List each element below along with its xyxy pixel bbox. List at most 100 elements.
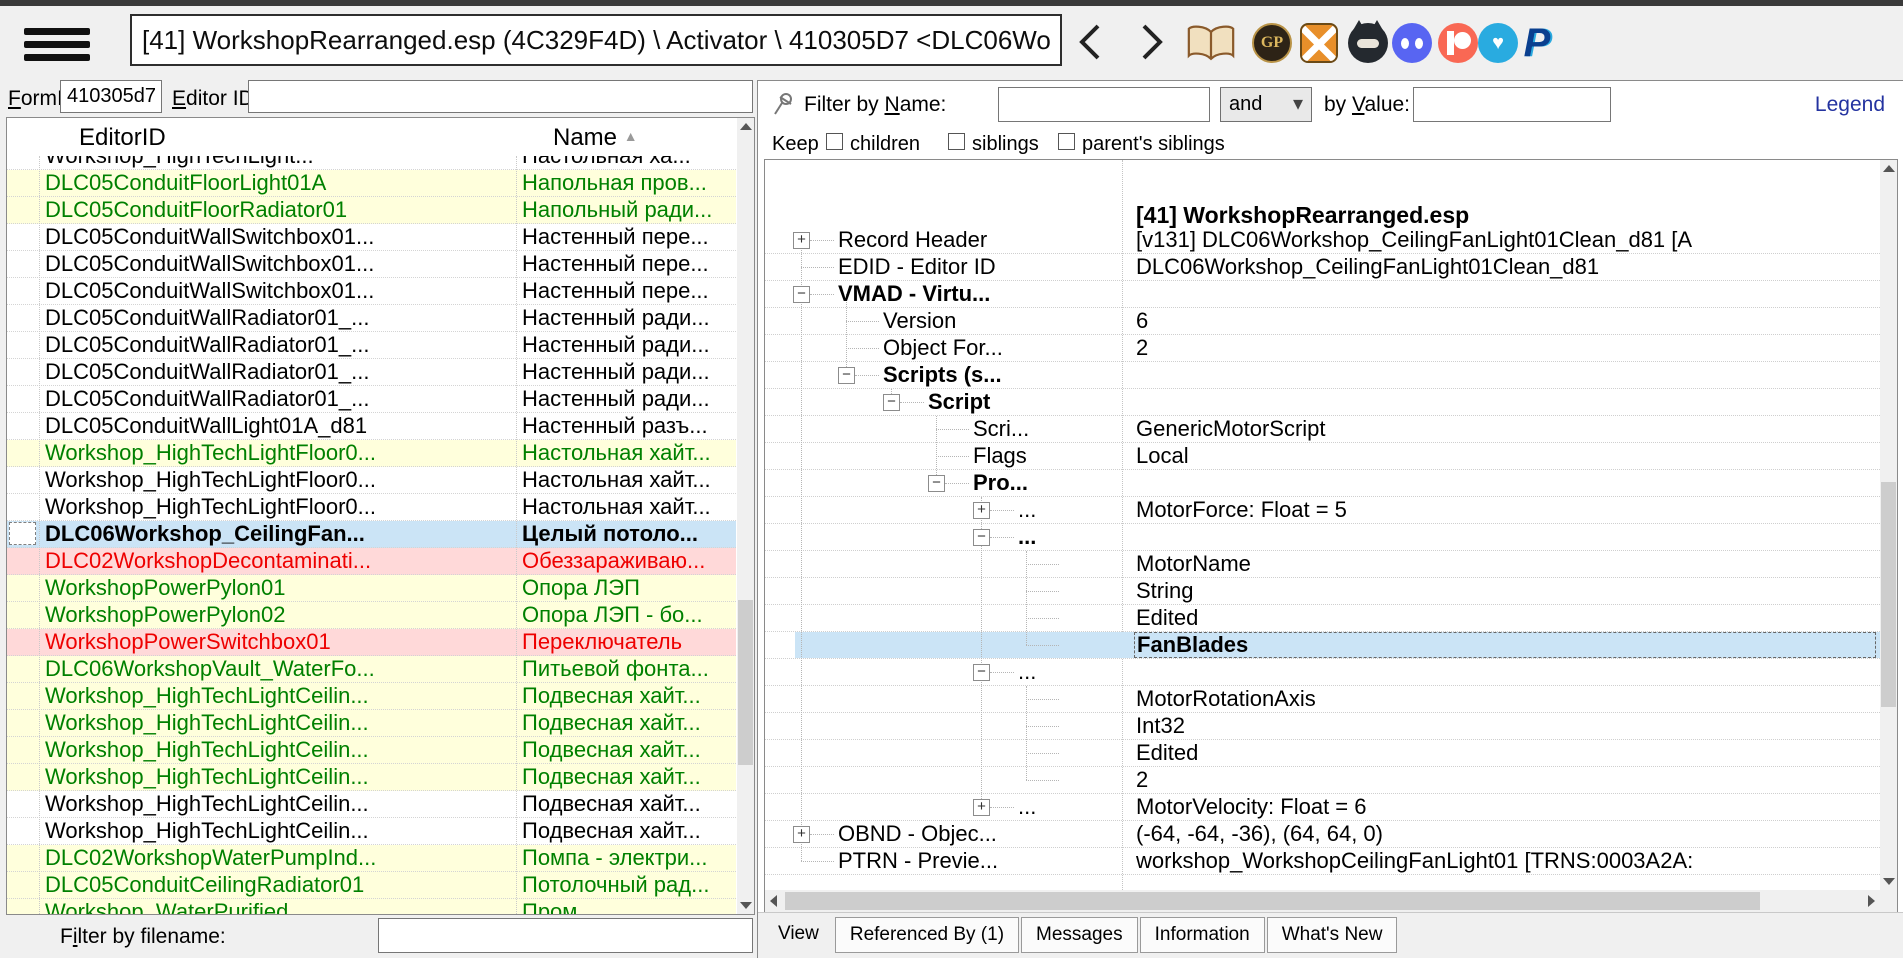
keep-parents-siblings-label[interactable]: parent's siblings (1082, 133, 1225, 156)
vscrollbar-thumb[interactable] (738, 600, 753, 765)
record-list-vscrollbar[interactable] (737, 118, 754, 914)
table-row[interactable]: Workshop_WaterPurified...Пром... (7, 899, 736, 914)
tree-row[interactable]: +...MotorForce: Float = 5 (765, 497, 1880, 524)
expand-icon[interactable]: + (793, 826, 810, 843)
tree-node-value[interactable]: MotorForce: Float = 5 (1136, 497, 1876, 523)
back-icon[interactable] (1072, 20, 1108, 64)
tab-messages[interactable]: Messages (1021, 917, 1138, 953)
collapse-icon[interactable]: − (883, 394, 900, 411)
record-path-combobox[interactable] (130, 14, 1062, 66)
pin-icon[interactable] (772, 91, 796, 117)
table-row[interactable]: Workshop_HighTechLightFloor0...Настольна… (7, 467, 736, 494)
table-row[interactable]: Workshop_HighTechLightCeilin...Подвесная… (7, 737, 736, 764)
table-row[interactable]: DLC05ConduitWallSwitchbox01...Настенный … (7, 251, 736, 278)
tree-node-value[interactable]: 6 (1136, 308, 1876, 334)
table-row[interactable]: DLC05ConduitFloorRadiator01Напольный рад… (7, 197, 736, 224)
tree-row[interactable]: String (765, 578, 1880, 605)
tree-vscrollbar[interactable] (1880, 160, 1897, 890)
tree-row[interactable]: −... (765, 659, 1880, 686)
filter-filename-input[interactable] (378, 918, 753, 953)
forward-icon[interactable] (1134, 20, 1170, 64)
tree-row[interactable]: −Pro... (765, 470, 1880, 497)
tree-node-value[interactable]: GenericMotorScript (1136, 416, 1876, 442)
tree-row[interactable]: PTRN - Previe...workshop_WorkshopCeiling… (765, 848, 1880, 875)
tree-node-value[interactable]: Int32 (1136, 713, 1876, 739)
github-icon[interactable] (1348, 22, 1388, 64)
tree-row[interactable]: Edited (765, 605, 1880, 632)
kofi-icon[interactable]: ♥ (1478, 22, 1518, 64)
tree-row[interactable]: −Script (765, 389, 1880, 416)
table-row[interactable]: DLC05ConduitCeilingRadiator01Потолочный … (7, 872, 736, 899)
table-row[interactable]: WorkshopPowerPylon02Опора ЛЭП - бо... (7, 602, 736, 629)
table-row[interactable]: Workshop_HighTechLightFloor0...Настольна… (7, 440, 736, 467)
keep-siblings-label[interactable]: siblings (972, 133, 1039, 156)
discord-icon[interactable] (1392, 22, 1432, 64)
keep-children-label[interactable]: children (850, 133, 920, 156)
table-row[interactable]: DLC05ConduitWallRadiator01_...Настенный … (7, 305, 736, 332)
table-row[interactable]: DLC05ConduitWallRadiator01_...Настенный … (7, 359, 736, 386)
tree-row[interactable]: +...MotorVelocity: Float = 6 (765, 794, 1880, 821)
table-row[interactable]: Workshop_HighTechLightCeilin...Подвесная… (7, 764, 736, 791)
table-row[interactable]: Workshop_HighTechLightFloor0...Настольна… (7, 494, 736, 521)
table-row[interactable]: Workshop_HighTechLightCeilin...Подвесная… (7, 791, 736, 818)
tree-row[interactable]: −VMAD - Virtu... (765, 281, 1880, 308)
table-row[interactable]: WorkshopPowerSwitchbox01Переключатель (7, 629, 736, 656)
formid-field[interactable] (60, 80, 162, 113)
tree-hscrollbar[interactable] (765, 890, 1880, 912)
filter-by-value-input[interactable] (1413, 87, 1611, 122)
tree-row[interactable]: MotorName (765, 551, 1880, 578)
tree-node-value[interactable]: MotorRotationAxis (1136, 686, 1876, 712)
table-row[interactable]: Workshop_HighTechLightCeilin...Подвесная… (7, 818, 736, 845)
tree-row[interactable]: 2 (765, 767, 1880, 794)
table-row[interactable]: Workshop_HighTechLightCeilin...Подвесная… (7, 683, 736, 710)
tab-view[interactable]: View (764, 917, 833, 951)
tree-node-value[interactable]: MotorName (1136, 551, 1876, 577)
tree-node-value[interactable]: Edited (1136, 605, 1876, 631)
tree-row[interactable]: MotorRotationAxis (765, 686, 1880, 713)
column-header-name[interactable]: Name ▲ (553, 124, 638, 152)
paypal-icon[interactable]: P (1522, 22, 1552, 64)
tree-node-value[interactable]: String (1136, 578, 1876, 604)
collapse-icon[interactable]: − (838, 367, 855, 384)
keep-children-checkbox[interactable] (826, 133, 843, 150)
table-row[interactable]: WorkshopPowerPylon01Опора ЛЭП (7, 575, 736, 602)
tree-node-value[interactable]: workshop_WorkshopCeilingFanLight01 [TRNS… (1136, 848, 1876, 874)
main-menu-button[interactable] (24, 28, 90, 64)
tree-row[interactable]: EDID - Editor IDDLC06Workshop_CeilingFan… (765, 254, 1880, 281)
tree-node-value[interactable]: (-64, -64, -36), (64, 64, 0) (1136, 821, 1876, 847)
tree-row[interactable]: +Record Header[v131] DLC06Workshop_Ceili… (765, 227, 1880, 254)
tab-referenced-by-1-[interactable]: Referenced By (1) (835, 917, 1019, 953)
collapse-icon[interactable]: − (973, 529, 990, 546)
tree-node-value[interactable]: MotorVelocity: Float = 6 (1136, 794, 1876, 820)
tree-hscrollbar-thumb[interactable] (785, 892, 1760, 910)
tree-row-selected[interactable]: FanBlades (765, 632, 1880, 659)
table-row[interactable]: DLC05ConduitFloorLight01AНапольная пров.… (7, 170, 736, 197)
tab-information[interactable]: Information (1140, 917, 1265, 953)
filter-operator-dropdown[interactable]: and (1220, 87, 1312, 122)
table-row[interactable]: DLC05ConduitWallRadiator01_...Настенный … (7, 332, 736, 359)
tree-row[interactable]: Int32 (765, 713, 1880, 740)
manual-book-icon[interactable] (1182, 22, 1240, 64)
tree-row[interactable]: −Scripts (s... (765, 362, 1880, 389)
patreon-icon[interactable] (1438, 22, 1478, 64)
tree-node-value[interactable]: 2 (1136, 767, 1876, 793)
collapse-icon[interactable]: − (928, 475, 945, 492)
table-row[interactable]: DLC05ConduitWallSwitchbox01...Настенный … (7, 224, 736, 251)
table-row[interactable]: DLC02WorkshopDecontaminati...Обеззаражив… (7, 548, 736, 575)
tree-node-value[interactable]: DLC06Workshop_CeilingFanLight01Clean_d81 (1136, 254, 1876, 280)
tree-node-value[interactable]: [v131] DLC06Workshop_CeilingFanLight01Cl… (1136, 227, 1876, 253)
tree-row[interactable]: Edited (765, 740, 1880, 767)
expand-icon[interactable]: + (793, 232, 810, 249)
collapse-icon[interactable]: − (793, 286, 810, 303)
tab-what-s-new[interactable]: What's New (1267, 917, 1398, 953)
tree-node-value[interactable]: FanBlades (1134, 632, 1876, 658)
table-row[interactable]: DLC06WorkshopVault_WaterFo...Питьевой фо… (7, 656, 736, 683)
table-row[interactable]: Workshop_HighTechLight...Настольная ха..… (7, 156, 736, 170)
table-row[interactable]: DLC05ConduitWallLight01A_d81Настенный ра… (7, 413, 736, 440)
tree-row[interactable]: FlagsLocal (765, 443, 1880, 470)
filter-by-name-input[interactable] (998, 87, 1210, 122)
table-row-selected[interactable]: DLC06Workshop_CeilingFan...Целый потоло.… (7, 521, 736, 548)
collapse-icon[interactable]: − (973, 664, 990, 681)
table-row[interactable]: DLC02WorkshopWaterPumpInd...Помпа - элек… (7, 845, 736, 872)
tree-row[interactable]: Scri...GenericMotorScript (765, 416, 1880, 443)
